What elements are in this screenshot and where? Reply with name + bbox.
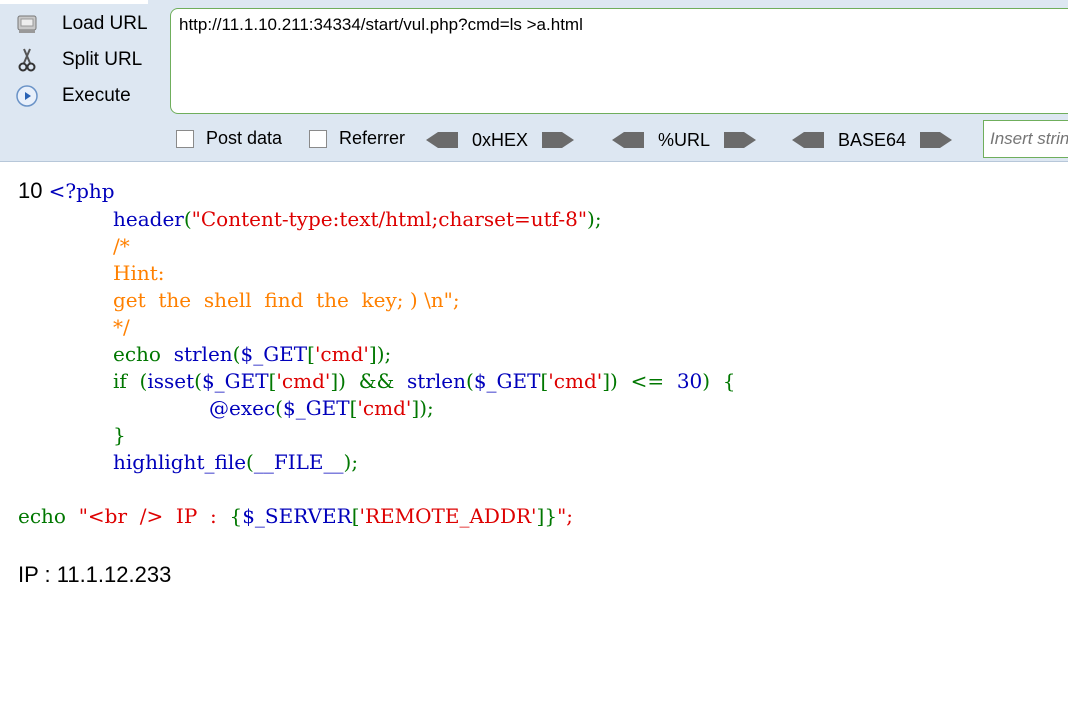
- bracket-close: ]);: [411, 396, 434, 420]
- play-icon: [14, 83, 40, 109]
- comment-text: get the shell find the key; ) \n";: [113, 288, 460, 312]
- code-line-highlight: highlight_file(__FILE__);: [113, 450, 358, 474]
- arrow-left-icon[interactable]: [790, 130, 826, 150]
- paren-open: (: [246, 450, 254, 474]
- bracket-open: [: [351, 504, 360, 528]
- base64-label: BASE64: [838, 129, 907, 150]
- execute-label: Execute: [62, 85, 131, 106]
- echo-keyword: echo: [18, 504, 66, 528]
- post-data-checkbox[interactable]: Post data: [176, 128, 282, 149]
- remote-addr-string: 'REMOTE_ADDR': [359, 504, 537, 528]
- bracket-close: ]): [602, 369, 618, 393]
- bracket-close-brace: ]}: [536, 504, 558, 528]
- bracket-close: ]): [330, 369, 346, 393]
- ip-output: IP : 11.1.12.233: [18, 562, 172, 587]
- code-line-if: if (isset($_GET['cmd']) && strlen($_GET[…: [113, 369, 736, 393]
- server-var: $_SERVER: [242, 504, 352, 528]
- cmd-string: 'cmd': [314, 342, 369, 366]
- highlight-fn: highlight_file: [113, 450, 247, 474]
- url-encoding-control[interactable]: %URL: [610, 126, 758, 154]
- echo-string-start: "<br /> IP :: [78, 504, 230, 528]
- get-var: $_GET: [282, 396, 350, 420]
- hex-label: 0xHEX: [472, 129, 529, 150]
- cmd-string: 'cmd': [357, 396, 412, 420]
- code-line-open: 10 <?php: [18, 178, 115, 204]
- split-url-button[interactable]: Split URL: [14, 46, 154, 74]
- brace-open: {: [229, 504, 243, 528]
- code-line-echo-strlen: echo strlen($_GET['cmd']);: [113, 342, 391, 366]
- get-var: $_GET: [201, 369, 269, 393]
- arrow-right-icon[interactable]: [540, 130, 576, 150]
- number-30: 30: [676, 369, 703, 393]
- bracket-open: [: [307, 342, 315, 366]
- comment-close: */: [113, 315, 130, 339]
- paren-open: (: [194, 369, 202, 393]
- arrow-left-icon[interactable]: [610, 130, 646, 150]
- exec-fn: @exec: [209, 396, 276, 420]
- if-keyword: if: [113, 369, 127, 393]
- post-data-label: Post data: [206, 128, 283, 148]
- url-textarea[interactable]: http://11.1.10.211:34334/start/vul.php?c…: [170, 8, 1068, 114]
- referrer-checkbox[interactable]: Referrer: [309, 128, 405, 149]
- header-string: "Content-type:text/html;charset=utf-8": [191, 207, 588, 231]
- echo-keyword: echo: [113, 342, 161, 366]
- checkbox-box[interactable]: [309, 129, 327, 148]
- paren-close-semicolon: );: [587, 207, 602, 231]
- insert-string-input[interactable]: [983, 120, 1068, 158]
- page-output: 10 <?php header("Content-type:text/html;…: [0, 162, 1068, 703]
- output-prefix: 10: [18, 178, 49, 203]
- bracket-close: ]);: [368, 342, 392, 366]
- php-open-tag: <?php: [48, 179, 115, 203]
- hex-encoding-control[interactable]: 0xHEX: [424, 126, 576, 154]
- arrow-left-icon[interactable]: [424, 130, 460, 150]
- cmd-string: 'cmd': [548, 369, 603, 393]
- brace-open: {: [722, 369, 736, 393]
- get-var: $_GET: [240, 342, 308, 366]
- split-url-label: Split URL: [62, 49, 143, 70]
- code-line-echo-ip: echo "<br /> IP : {$_SERVER['REMOTE_ADDR…: [18, 504, 573, 528]
- comment-hint: Hint:: [113, 261, 165, 285]
- isset-fn: isset: [147, 369, 195, 393]
- referrer-label: Referrer: [339, 128, 406, 148]
- scissors-icon: [14, 47, 40, 73]
- le-operator: <=: [630, 369, 665, 393]
- load-url-icon: [14, 11, 40, 37]
- load-url-button[interactable]: Load URL: [14, 10, 154, 38]
- close-brace: }: [113, 423, 126, 447]
- echo-string-end: ";: [557, 504, 574, 528]
- paren-close: ): [702, 369, 711, 393]
- strlen-fn: strlen: [173, 342, 233, 366]
- arrow-right-icon[interactable]: [722, 130, 758, 150]
- strlen-fn: strlen: [407, 369, 467, 393]
- paren-close-semicolon: );: [343, 450, 359, 474]
- paren-open: (: [466, 369, 474, 393]
- header-fn: header: [113, 207, 184, 231]
- and-operator: &&: [358, 369, 395, 393]
- hackbar-toolbar: Load URL Split URL Execute http://11.1.1…: [0, 0, 1068, 162]
- execute-button[interactable]: Execute: [14, 82, 154, 110]
- comment-open: /*: [113, 234, 130, 258]
- base64-encoding-control[interactable]: BASE64: [790, 126, 954, 154]
- code-line-exec: @exec($_GET['cmd']);: [209, 396, 434, 420]
- url-encode-label: %URL: [658, 129, 711, 150]
- paren-open: (: [275, 396, 283, 420]
- paren-open: (: [183, 207, 192, 231]
- load-url-label: Load URL: [62, 13, 148, 34]
- arrow-right-icon[interactable]: [918, 130, 954, 150]
- get-var: $_GET: [473, 369, 541, 393]
- code-line-header: header("Content-type:text/html;charset=u…: [113, 207, 602, 231]
- checkbox-box[interactable]: [176, 129, 194, 148]
- cmd-string: 'cmd': [276, 369, 331, 393]
- file-const: __FILE__: [253, 450, 344, 474]
